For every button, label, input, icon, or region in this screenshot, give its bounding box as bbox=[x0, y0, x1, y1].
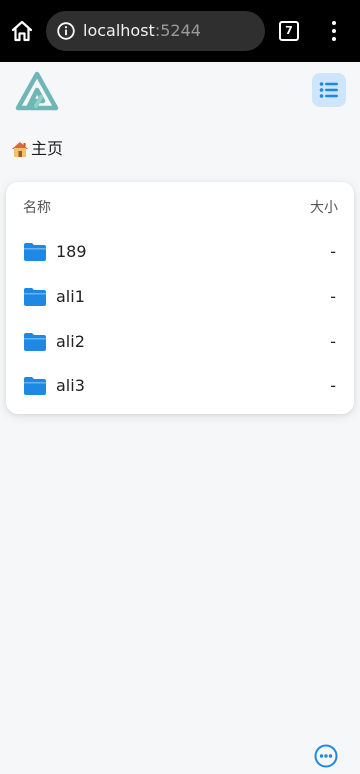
browser-home-button[interactable] bbox=[8, 17, 36, 45]
list-header: 名称 大小 bbox=[6, 196, 354, 220]
list-view-toggle-button[interactable] bbox=[312, 73, 346, 107]
folder-name: 189 bbox=[56, 242, 87, 261]
info-icon[interactable] bbox=[57, 22, 75, 40]
column-header-size[interactable]: 大小 bbox=[310, 196, 338, 220]
tab-switcher-button[interactable]: 7 bbox=[279, 21, 299, 41]
folder-row-ali1[interactable]: ali1 - bbox=[6, 277, 354, 321]
column-header-name[interactable]: 名称 bbox=[23, 196, 51, 220]
address-bar[interactable]: localhost:5244 bbox=[46, 11, 265, 51]
more-options-button[interactable] bbox=[314, 744, 338, 768]
home-icon bbox=[11, 20, 33, 42]
breadcrumb: 主页 bbox=[10, 138, 63, 160]
folder-name: ali2 bbox=[56, 332, 85, 351]
folder-row-189[interactable]: 189 - bbox=[6, 232, 354, 276]
url-text[interactable]: localhost:5244 bbox=[83, 21, 201, 41]
tab-count: 7 bbox=[285, 24, 293, 37]
folder-icon bbox=[24, 243, 46, 261]
folder-name: ali3 bbox=[56, 376, 85, 395]
url-host: localhost bbox=[83, 21, 155, 40]
breadcrumb-home-link[interactable]: 主页 bbox=[31, 138, 63, 160]
house-icon bbox=[12, 142, 28, 157]
browser-menu-button[interactable] bbox=[324, 19, 344, 43]
browser-toolbar: localhost:5244 7 bbox=[0, 0, 360, 62]
folder-size: - bbox=[330, 242, 336, 261]
file-list: 名称 大小 189 - ali1 - ali2 - ali3 - bbox=[6, 182, 354, 414]
folder-icon bbox=[24, 288, 46, 306]
folder-icon bbox=[24, 333, 46, 351]
folder-row-ali3[interactable]: ali3 - bbox=[6, 366, 354, 410]
app-logo[interactable] bbox=[14, 70, 60, 112]
url-port: :5244 bbox=[154, 21, 201, 40]
folder-name: ali1 bbox=[56, 287, 85, 306]
folder-row-ali2[interactable]: ali2 - bbox=[6, 322, 354, 366]
folder-size: - bbox=[330, 332, 336, 351]
folder-icon bbox=[24, 377, 46, 395]
list-icon bbox=[319, 82, 338, 98]
folder-size: - bbox=[330, 376, 336, 395]
folder-size: - bbox=[330, 287, 336, 306]
